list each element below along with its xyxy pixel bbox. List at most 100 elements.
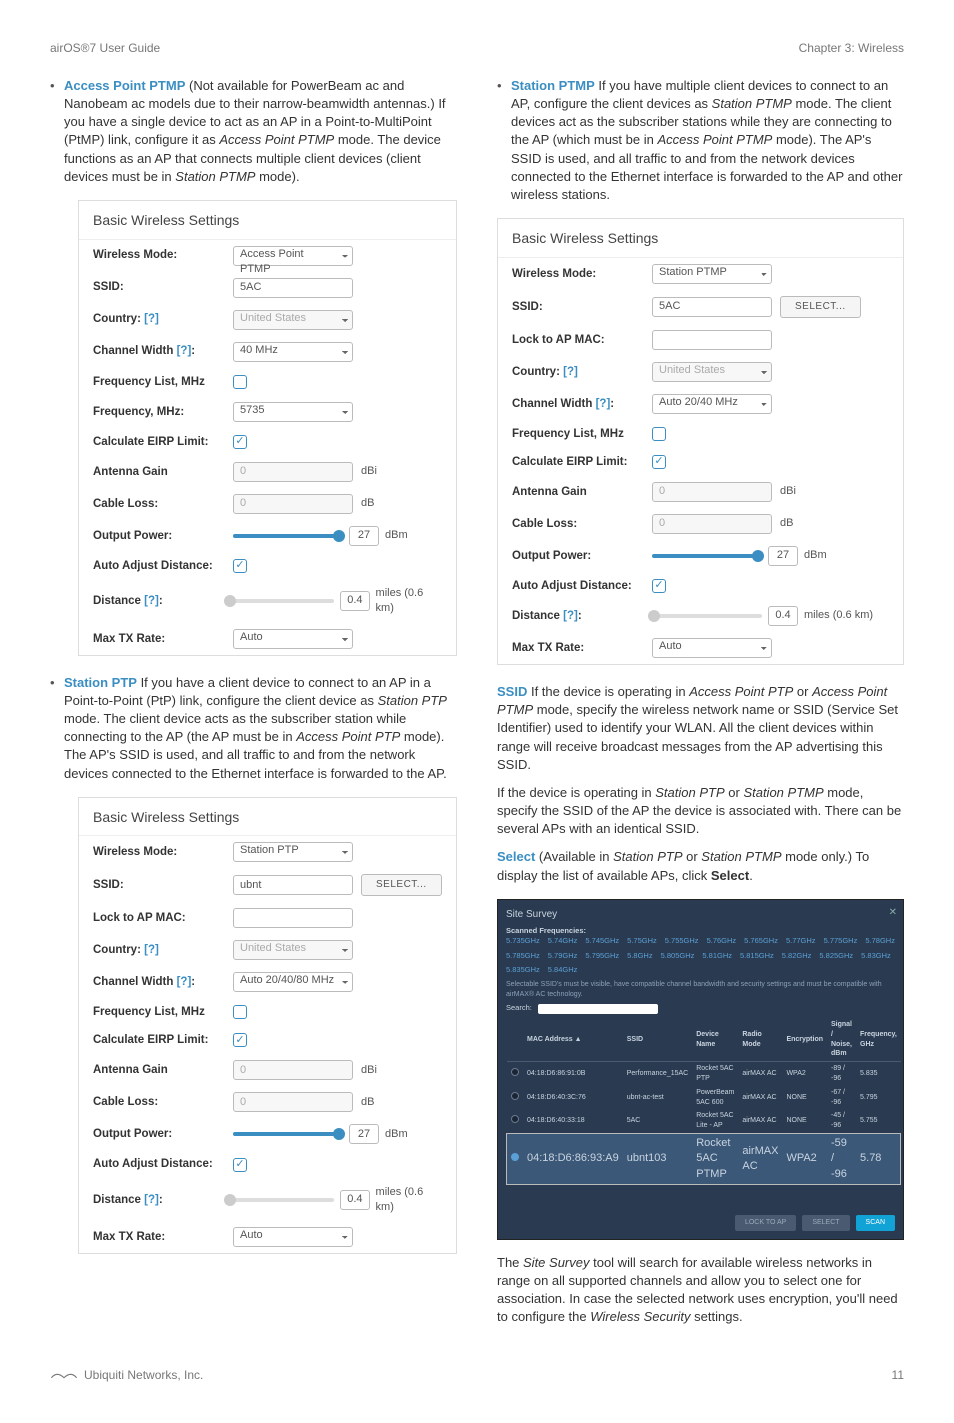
radio-icon[interactable] <box>511 1153 519 1161</box>
survey-paragraph: The Site Survey tool will search for ava… <box>497 1254 904 1327</box>
scan-button[interactable]: SCAN <box>856 1215 895 1231</box>
loss-input[interactable]: 0 <box>233 494 353 514</box>
survey-freq: 5.84GHz <box>548 965 578 976</box>
table-header-cell[interactable]: SSID <box>623 1018 692 1062</box>
loss-input[interactable]: 0 <box>233 1092 353 1112</box>
help-icon[interactable]: [?] <box>177 976 192 988</box>
autoadj-checkbox[interactable]: ✓ <box>233 1158 247 1172</box>
maxtx-select[interactable]: Auto <box>233 1227 353 1247</box>
survey-freq: 5.735GHz <box>506 936 540 947</box>
survey-freq: 5.815GHz <box>740 951 774 962</box>
eirp-checkbox[interactable]: ✓ <box>233 1033 247 1047</box>
panel-title: Basic Wireless Settings <box>79 201 456 240</box>
table-row[interactable]: 04:18:D6:40:33:185ACRocket 5AC Lite - AP… <box>507 1109 901 1133</box>
survey-freq: 5.8GHz <box>627 951 652 962</box>
channel-width-select[interactable]: Auto 20/40 MHz <box>652 394 772 414</box>
table-row[interactable]: 04:18:D6:86:91:0BPerformance_15ACRocket … <box>507 1062 901 1086</box>
help-icon[interactable]: [?] <box>144 1194 159 1206</box>
freqlist-checkbox[interactable]: ✓ <box>233 1005 247 1019</box>
select-button[interactable]: SELECT... <box>780 296 861 318</box>
distance-slider[interactable]: 0.4miles (0.6 km) <box>228 586 442 617</box>
help-icon[interactable]: [?] <box>563 366 578 378</box>
panel-station-ptp: Basic Wireless Settings Wireless Mode:St… <box>78 797 457 1255</box>
help-icon[interactable]: [?] <box>596 398 611 410</box>
freqlist-checkbox[interactable]: ✓ <box>652 427 666 441</box>
lock-input[interactable] <box>652 330 772 350</box>
power-slider[interactable]: 27dBm <box>233 526 408 546</box>
survey-select-button[interactable]: SELECT <box>802 1215 849 1231</box>
ssid-paragraph-2: If the device is operating in Station PT… <box>497 784 904 839</box>
loss-input[interactable]: 0 <box>652 514 772 534</box>
distance-slider[interactable]: 0.4miles (0.6 km) <box>228 1185 442 1216</box>
eirp-checkbox[interactable]: ✓ <box>233 435 247 449</box>
table-header-cell[interactable]: Frequency, GHz <box>856 1018 901 1062</box>
table-row[interactable]: 04:18:D6:86:93:A9ubnt103Rocket 5AC PTMPa… <box>507 1133 901 1184</box>
radio-icon[interactable] <box>511 1115 519 1123</box>
table-header-cell[interactable]: MAC Address ▲ <box>523 1018 623 1062</box>
gain-input[interactable]: 0 <box>652 482 772 502</box>
country-select[interactable]: United States <box>233 940 353 960</box>
table-row[interactable]: 04:18:D6:40:3C:76ubnt-ac-testPowerBeam 5… <box>507 1086 901 1110</box>
channel-width-select[interactable]: Auto 20/40/80 MHz <box>233 972 353 992</box>
lock-input[interactable] <box>233 908 353 928</box>
panel-station-ptmp: Basic Wireless Settings Wireless Mode:St… <box>497 218 904 665</box>
select-button[interactable]: SELECT... <box>361 874 442 896</box>
autoadj-checkbox[interactable]: ✓ <box>233 559 247 573</box>
survey-table: MAC Address ▲SSIDDevice NameRadio ModeEn… <box>506 1018 901 1185</box>
left-column: • Access Point PTMP (Not available for P… <box>50 77 457 1337</box>
survey-freq: 5.75GHz <box>627 936 657 947</box>
frequency-select[interactable]: 5735 <box>233 402 353 422</box>
term-station-ptmp: Station PTMP <box>511 78 595 93</box>
table-header-cell[interactable]: Radio Mode <box>738 1018 782 1062</box>
distance-slider[interactable]: 0.4miles (0.6 km) <box>652 606 873 626</box>
country-select[interactable]: United States <box>233 310 353 330</box>
ssid-input[interactable]: 5AC <box>652 297 772 317</box>
page-footer: Ubiquiti Networks, Inc. 11 <box>50 1367 904 1384</box>
bullet-station-ptmp: • Station PTMP If you have multiple clie… <box>497 77 904 204</box>
wireless-mode-select[interactable]: Station PTMP <box>652 264 772 284</box>
survey-freq: 5.825GHz <box>819 951 853 962</box>
help-icon[interactable]: [?] <box>144 944 159 956</box>
ubiquiti-logo: Ubiquiti Networks, Inc. <box>50 1367 203 1384</box>
ssid-input[interactable]: 5AC <box>233 278 353 298</box>
country-select[interactable]: United States <box>652 362 772 382</box>
survey-freq: 5.82GHz <box>782 951 812 962</box>
table-header-cell[interactable]: Encryption <box>782 1018 827 1062</box>
table-header-cell[interactable] <box>507 1018 524 1062</box>
table-header-cell[interactable]: Signal / Noise, dBm <box>827 1018 856 1062</box>
eirp-checkbox[interactable]: ✓ <box>652 455 666 469</box>
survey-freq: 5.81GHz <box>702 951 732 962</box>
help-icon[interactable]: [?] <box>563 610 578 622</box>
close-icon[interactable]: ✕ <box>889 906 897 920</box>
survey-freqs: 5.735GHz5.74GHz5.745GHz5.75GHz5.755GHz5.… <box>506 936 895 976</box>
help-icon[interactable]: [?] <box>144 595 159 607</box>
help-icon[interactable]: [?] <box>177 345 192 357</box>
gain-input[interactable]: 0 <box>233 462 353 482</box>
survey-freq: 5.805GHz <box>661 951 695 962</box>
survey-freq: 5.83GHz <box>861 951 891 962</box>
survey-freq: 5.78GHz <box>865 936 895 947</box>
radio-icon[interactable] <box>511 1092 519 1100</box>
power-slider[interactable]: 27dBm <box>652 546 827 566</box>
maxtx-select[interactable]: Auto <box>652 638 772 658</box>
maxtx-select[interactable]: Auto <box>233 629 353 649</box>
survey-search-input[interactable] <box>538 1004 658 1014</box>
wireless-mode-select[interactable]: Station PTP <box>233 842 353 862</box>
select-paragraph: Select (Available in Station PTP or Stat… <box>497 848 904 884</box>
lock-to-ap-button[interactable]: LOCK TO AP <box>735 1215 796 1231</box>
survey-freq: 5.76GHz <box>707 936 737 947</box>
term-station-ptp: Station PTP <box>64 675 137 690</box>
help-icon[interactable]: [?] <box>144 313 159 325</box>
survey-freq: 5.745GHz <box>585 936 619 947</box>
radio-icon[interactable] <box>511 1068 519 1076</box>
gain-input[interactable]: 0 <box>233 1060 353 1080</box>
autoadj-checkbox[interactable]: ✓ <box>652 579 666 593</box>
wireless-mode-select[interactable]: Access Point PTMP <box>233 246 353 266</box>
freqlist-checkbox[interactable]: ✓ <box>233 375 247 389</box>
table-header: MAC Address ▲SSIDDevice NameRadio ModeEn… <box>507 1018 901 1062</box>
survey-freq: 5.835GHz <box>506 965 540 976</box>
power-slider[interactable]: 27dBm <box>233 1124 408 1144</box>
channel-width-select[interactable]: 40 MHz <box>233 342 353 362</box>
ssid-input[interactable]: ubnt <box>233 875 353 895</box>
table-header-cell[interactable]: Device Name <box>692 1018 738 1062</box>
